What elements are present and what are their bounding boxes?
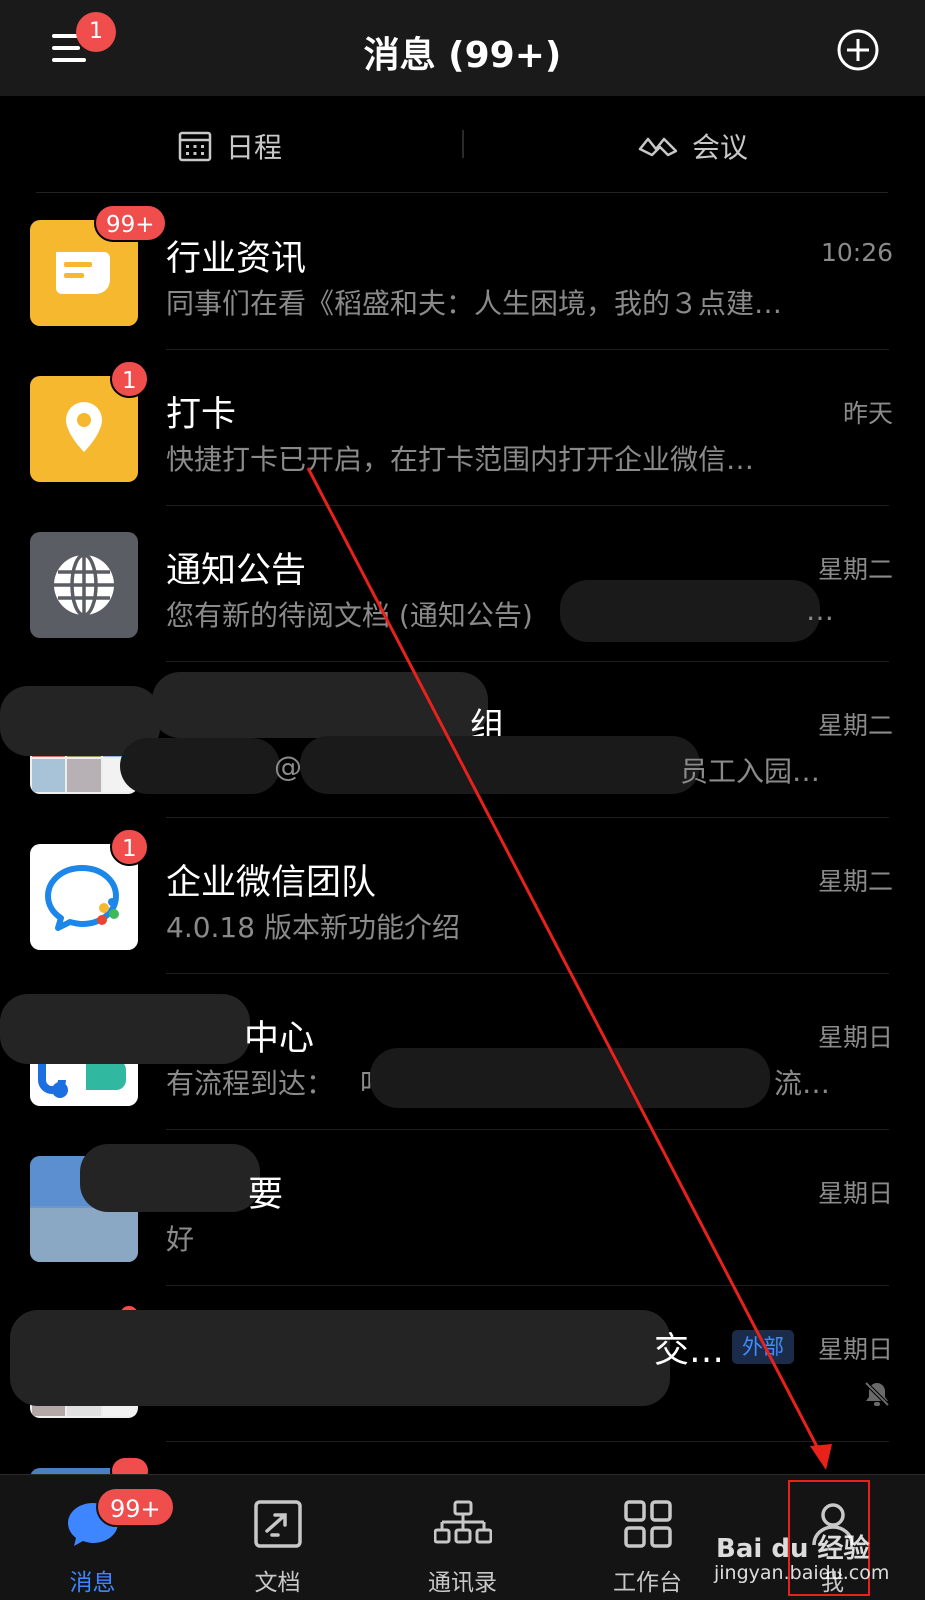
redaction-mosaic <box>0 994 250 1064</box>
conversation-item[interactable]: 要 好 星期日 <box>0 1130 925 1286</box>
unread-badge: 1 <box>110 360 149 398</box>
conversation-time: 昨天 <box>842 399 893 428</box>
conversation-time: 星期日 <box>817 1179 893 1208</box>
tab-schedule-label: 日程 <box>226 131 283 164</box>
conversation-time: 星期二 <box>817 711 893 740</box>
tab-contacts[interactable]: 通讯录 <box>370 1475 555 1600</box>
conversation-name: 通知公告 <box>166 551 307 591</box>
conversation-preview: 4.0.18 版本新功能介绍 <box>166 911 460 944</box>
conversation-name: 企业微信团队 <box>166 863 377 903</box>
conversation-item[interactable]: 1 企业微信团队 4.0.18 版本新功能介绍 星期二 <box>0 818 925 974</box>
meeting-icon <box>638 137 678 157</box>
conversation-item[interactable]: 交… 外部 星期日 <box>0 1286 925 1442</box>
quick-tabs: 日程 会议 <box>0 96 925 194</box>
conversation-preview: 同事们在看《稻盛和夫：人生困境，我的３点建… <box>166 287 783 320</box>
conversation-preview: 有流程到达： <box>166 1067 335 1100</box>
conversation-time: 星期二 <box>817 867 893 896</box>
external-tag: 外部 <box>732 1330 794 1364</box>
conversation-name: 打卡 <box>166 395 237 435</box>
conversation-time: 星期日 <box>817 1023 893 1052</box>
conversation-item[interactable]: 1 打卡 快捷打卡已开启，在打卡范围内打开企业微信… 昨天 <box>0 350 925 506</box>
grid-icon <box>623 1500 672 1548</box>
tab-meeting-label: 会议 <box>692 131 749 164</box>
tab-label: 工作台 <box>613 1570 682 1596</box>
redaction-mosaic <box>300 736 700 794</box>
tab-label: 文档 <box>254 1570 301 1596</box>
tab-label: 通讯录 <box>428 1570 497 1596</box>
top-bar: 1 消息 (99+) <box>0 0 925 96</box>
unread-badge: 99+ <box>94 204 167 242</box>
tab-docs[interactable]: 文档 <box>185 1475 370 1600</box>
conversation-name: 交… <box>654 1331 725 1371</box>
preview-ellipsis: … <box>806 594 834 627</box>
conversation-name: 行业资讯 <box>166 239 307 279</box>
redaction-mosaic <box>560 580 820 642</box>
redaction-mosaic <box>370 1048 770 1108</box>
conversation-item[interactable]: 99+ 行业资讯 同事们在看《稻盛和夫：人生困境，我的３点建… 10:26 <box>0 194 925 350</box>
org-chart-icon <box>433 1500 492 1544</box>
conversation-item[interactable]: 组 @ 员工入园… 星期二 <box>0 662 925 818</box>
document-icon <box>253 1500 302 1548</box>
watermark-logo: Bai du 经验 <box>716 1534 870 1564</box>
redaction-mosaic <box>10 1310 670 1406</box>
conversation-item[interactable]: 中心 有流程到达： 吖 流… 星期日 <box>0 974 925 1130</box>
conversation-name: 要 <box>248 1175 284 1215</box>
add-circle-icon[interactable] <box>836 28 880 72</box>
tab-label: 消息 <box>69 1570 116 1596</box>
redaction-mosaic <box>80 1144 260 1212</box>
conversation-time: 星期二 <box>817 555 893 584</box>
tab-workbench[interactable]: 工作台 <box>555 1475 740 1600</box>
conversation-time: 10:26 <box>820 238 893 267</box>
conversation-preview: 快捷打卡已开启，在打卡范围内打开企业微信… <box>166 443 755 476</box>
tab-messages[interactable]: 99+ 消息 <box>0 1475 185 1600</box>
conversation-preview: 好 <box>166 1223 195 1256</box>
unread-badge: 99+ <box>96 1487 175 1527</box>
calendar-icon <box>178 131 212 162</box>
page-title: 消息 (99+) <box>363 35 562 76</box>
conversation-item[interactable]: 通知公告 您有新的待阅文档 (通知公告) … 星期二 <box>0 506 925 662</box>
tab-meeting[interactable]: 会议 <box>638 126 748 166</box>
tab-divider <box>462 130 464 158</box>
conversation-time: 星期日 <box>817 1335 893 1364</box>
unread-badge: 1 <box>110 828 149 866</box>
tab-schedule[interactable]: 日程 <box>178 126 282 166</box>
conversation-name: 中心 <box>244 1019 315 1059</box>
watermark-url: jingyan.baidu.com <box>714 1562 890 1584</box>
bell-muted-icon <box>864 1381 890 1407</box>
conversation-preview: 员工入园… <box>680 755 821 788</box>
redaction-mosaic <box>120 738 280 794</box>
globe-icon <box>30 532 138 638</box>
redaction-mosaic <box>152 672 488 738</box>
conversation-preview: 流… <box>774 1067 831 1100</box>
divider <box>36 192 888 193</box>
